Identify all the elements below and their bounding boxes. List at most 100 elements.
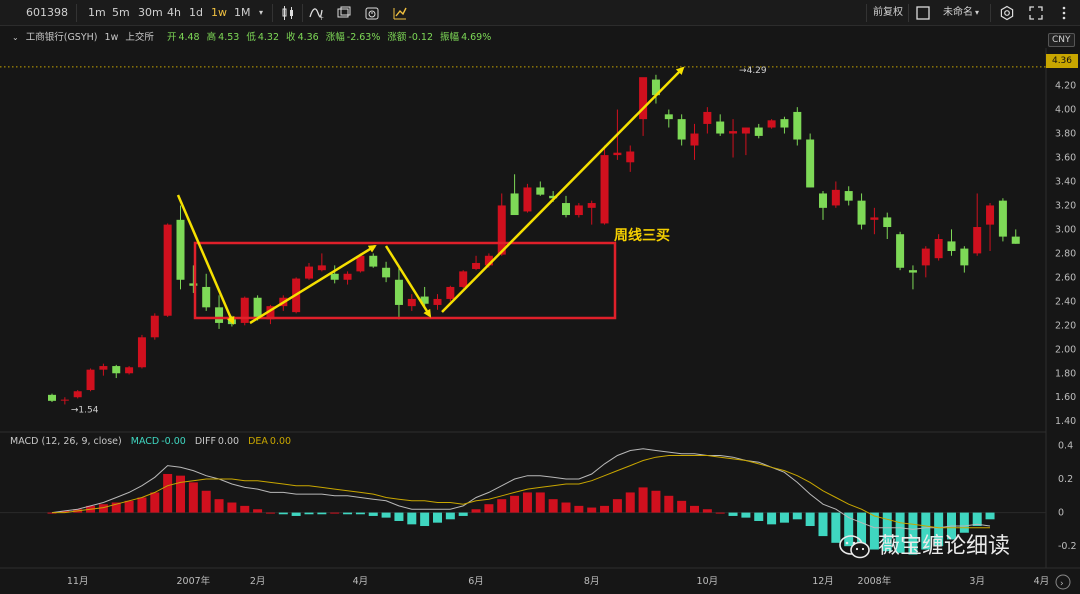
macd-hist-bar bbox=[702, 509, 712, 513]
symbol-code[interactable]: 601398 bbox=[26, 0, 68, 26]
macd-tick-label: 0.4 bbox=[1058, 440, 1073, 451]
more-options-icon[interactable] bbox=[1056, 5, 1072, 21]
candle-body bbox=[523, 187, 532, 212]
interval-4h[interactable]: 4h bbox=[167, 0, 181, 26]
candle-body bbox=[446, 286, 455, 299]
trend-arrow bbox=[441, 66, 685, 313]
time-tick-label: 2008年 bbox=[858, 575, 892, 587]
macd-tick-label: 0 bbox=[1058, 508, 1064, 519]
high-value: 4.53 bbox=[218, 32, 240, 43]
toolbar-divider bbox=[76, 4, 77, 22]
dea-label: DEA bbox=[248, 436, 268, 447]
candle-body bbox=[433, 298, 442, 305]
layout-icon[interactable] bbox=[336, 5, 352, 21]
candle-body bbox=[394, 279, 403, 305]
fullscreen-icon[interactable] bbox=[1028, 5, 1044, 21]
macd-hist-bar bbox=[754, 512, 764, 521]
macd-hist-bar bbox=[715, 512, 725, 514]
price-tick-label: 2.60 bbox=[1055, 272, 1076, 283]
interval-30m[interactable]: 30m bbox=[138, 0, 163, 26]
interval-5m[interactable]: 5m bbox=[112, 0, 130, 26]
interval-1d[interactable]: 1d bbox=[189, 0, 203, 26]
interval-1w[interactable]: 1w bbox=[211, 0, 227, 26]
price-tick-label: 3.00 bbox=[1055, 224, 1076, 235]
last-price-label: 4.36 bbox=[1046, 54, 1078, 68]
macd-hist-bar bbox=[227, 502, 237, 513]
time-tick-label: 2007年 bbox=[177, 575, 211, 587]
macd-hist-bar bbox=[240, 505, 250, 513]
alarm-icon[interactable] bbox=[364, 5, 380, 21]
candle-body bbox=[998, 200, 1007, 237]
candle-body bbox=[536, 187, 545, 195]
price-tick-label: 1.80 bbox=[1055, 368, 1076, 379]
candle-body bbox=[382, 267, 391, 278]
macd-hist-bar bbox=[253, 509, 263, 513]
diff-label: DIFF bbox=[194, 436, 216, 447]
svg-text:+: + bbox=[319, 15, 324, 21]
interval-1M[interactable]: 1M bbox=[234, 0, 251, 26]
collapse-chevron-icon[interactable]: ⌄ bbox=[12, 33, 19, 42]
macd-title: MACD (12, 26, 9, close) bbox=[10, 436, 122, 447]
macd-hist-bar bbox=[420, 512, 430, 527]
checkbox-icon[interactable] bbox=[915, 5, 931, 21]
candle-body bbox=[754, 127, 763, 136]
candle-body bbox=[73, 391, 82, 398]
candle-style-icon[interactable] bbox=[280, 5, 296, 21]
time-tick-label: 4月 bbox=[353, 576, 369, 587]
series-period: 1w bbox=[104, 32, 119, 43]
macd-hist-bar bbox=[458, 512, 468, 516]
candle-body bbox=[253, 297, 262, 319]
drawing-tools-icon[interactable] bbox=[392, 5, 408, 21]
macd-hist-bar bbox=[522, 492, 532, 513]
candle-body bbox=[947, 241, 956, 251]
macd-hist-bar bbox=[381, 512, 391, 518]
macd-hist-bar bbox=[741, 512, 751, 518]
macd-hist-bar bbox=[394, 512, 404, 521]
macd-hist-bar bbox=[445, 512, 455, 520]
indicators-icon[interactable]: + bbox=[308, 5, 324, 21]
candle-body bbox=[870, 217, 879, 220]
interval-1m[interactable]: 1m bbox=[88, 0, 106, 26]
macd-hist-bar bbox=[651, 490, 661, 513]
settings-gear-icon[interactable] bbox=[999, 5, 1015, 21]
macd-hist-bar bbox=[188, 482, 198, 513]
price-tick-label: 2.00 bbox=[1055, 344, 1076, 355]
candle-body bbox=[48, 394, 56, 401]
layout-name-button[interactable]: 未命名 bbox=[943, 0, 973, 26]
macd-hist-bar bbox=[600, 505, 610, 513]
intervals-dropdown-icon[interactable]: ▾ bbox=[259, 0, 263, 26]
macd-hist-bar bbox=[574, 505, 584, 513]
macd-legend: MACD (12, 26, 9, close) MACD -0.00 DIFF 0.… bbox=[10, 436, 291, 447]
candle-body bbox=[613, 152, 622, 156]
candle-body bbox=[690, 133, 699, 146]
amplitude-label: 振幅 bbox=[440, 32, 460, 43]
low-value: 4.32 bbox=[257, 32, 280, 43]
layout-dropdown-icon[interactable]: ▾ bbox=[975, 0, 979, 26]
price-chart[interactable]: 1.40 1.60 1.80 2.00 2.20 2.40 2.60 2.80 3.00 3.20… bbox=[0, 48, 1080, 594]
macd-hist-bar bbox=[163, 473, 173, 513]
adjustment-mode-button[interactable]: 前复权 bbox=[873, 0, 903, 26]
macd-hist-bar bbox=[484, 504, 494, 513]
candle-body bbox=[921, 248, 930, 266]
macd-tick-label: -0.2 bbox=[1058, 541, 1077, 552]
candle-body bbox=[459, 271, 468, 287]
macd-label: MACD bbox=[130, 436, 160, 447]
amplitude-value: 4.69% bbox=[461, 32, 492, 43]
candle-body bbox=[741, 127, 750, 134]
candle-body bbox=[343, 273, 352, 280]
change-label: 涨额 bbox=[387, 32, 407, 43]
macd-hist-bar bbox=[137, 497, 147, 513]
candle-body bbox=[664, 114, 673, 120]
close-value: 4.36 bbox=[297, 32, 319, 43]
toolbar-divider bbox=[272, 4, 273, 22]
macd-hist-bar bbox=[176, 475, 185, 513]
macd-hist-bar bbox=[535, 492, 545, 513]
macd-hist-bar bbox=[201, 490, 211, 513]
time-tick-label: 6月 bbox=[468, 576, 484, 587]
macd-hist-bar bbox=[548, 499, 558, 513]
currency-badge[interactable]: CNY bbox=[1048, 33, 1075, 47]
macd-hist-bar bbox=[690, 505, 699, 513]
candle-body bbox=[176, 219, 185, 280]
macd-hist-bar bbox=[612, 499, 622, 513]
macd-hist-bar bbox=[805, 512, 815, 527]
